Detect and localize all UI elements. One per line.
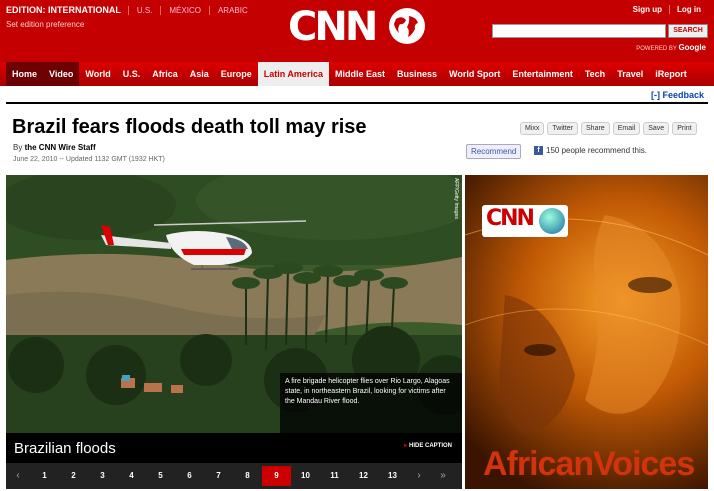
ad-globe-icon <box>539 208 565 234</box>
byline-prefix: By <box>13 143 23 152</box>
twitter-button[interactable]: Twitter <box>547 122 579 135</box>
signup-link[interactable]: Sign up <box>626 5 669 14</box>
account-links: Sign up Log in <box>626 5 708 14</box>
edition-link-arabic[interactable]: ARABIC <box>208 5 256 15</box>
edition-label: EDITION: INTERNATIONAL <box>6 5 121 15</box>
gallery-page-5[interactable]: 5 <box>146 466 175 486</box>
nav-entertainment[interactable]: Entertainment <box>506 62 579 86</box>
gallery-page-1[interactable]: 1 <box>30 466 59 486</box>
google-brand: Google <box>678 43 706 52</box>
last-page-arrow-icon[interactable]: » <box>431 466 455 486</box>
main-nav: Home Video World U.S. Africa Asia Europe… <box>0 62 714 86</box>
share-button[interactable]: Share <box>581 122 610 135</box>
nav-africa[interactable]: Africa <box>146 62 184 86</box>
edition-bar: EDITION: INTERNATIONAL U.S. MÉXICO ARABI… <box>6 5 256 15</box>
save-button[interactable]: Save <box>643 122 670 135</box>
feedback-row: [-] Feedback <box>6 88 708 104</box>
gallery-page-12[interactable]: 12 <box>349 466 378 486</box>
search-button[interactable]: SEARCH <box>668 24 708 38</box>
edition-link-mexico[interactable]: MÉXICO <box>160 5 209 15</box>
print-button[interactable]: Print <box>672 122 697 135</box>
ad-title: AfricanVoices <box>483 445 695 483</box>
gallery-page-11[interactable]: 11 <box>320 466 349 486</box>
nav-world-sport[interactable]: World Sport <box>443 62 506 86</box>
gallery-title-bar: Brazilian floods ▸ HIDE CAPTION <box>6 433 462 463</box>
photo-caption: A fire brigade helicopter flies over Rio… <box>280 373 462 433</box>
gallery-page-10[interactable]: 10 <box>291 466 320 486</box>
hide-caption-button[interactable]: ▸ HIDE CAPTION <box>404 442 452 449</box>
gallery-pager: ‹ 1 2 3 4 5 6 7 8 9 10 11 12 13 › » <box>6 463 462 489</box>
facebook-icon: f <box>534 146 543 155</box>
gallery-title: Brazilian floods <box>14 440 116 457</box>
edition-link-us[interactable]: U.S. <box>127 5 161 15</box>
article-date: June 22, 2010 -- Updated 1132 GMT (1932 … <box>13 156 165 163</box>
gallery-page-2[interactable]: 2 <box>59 466 88 486</box>
login-link[interactable]: Log in <box>669 5 708 14</box>
hide-caption-label: HIDE CAPTION <box>408 443 452 449</box>
gallery-page-6[interactable]: 6 <box>175 466 204 486</box>
gallery-page-4[interactable]: 4 <box>117 466 146 486</box>
feedback-link[interactable]: [-] Feedback <box>651 90 704 100</box>
set-edition-preference-link[interactable]: Set edition preference <box>6 20 84 29</box>
site-header: EDITION: INTERNATIONAL U.S. MÉXICO ARABI… <box>0 0 714 62</box>
hide-caption-icon: ▸ <box>404 443 408 449</box>
nav-travel[interactable]: Travel <box>611 62 649 86</box>
ad-logo-text: CNN <box>486 206 535 231</box>
gallery-page-3[interactable]: 3 <box>88 466 117 486</box>
nav-asia[interactable]: Asia <box>184 62 215 86</box>
share-toolbar: Mixx Twitter Share Email Save Print <box>520 122 697 135</box>
byline: By the CNN Wire Staff <box>13 143 96 152</box>
nav-ireport[interactable]: iReport <box>649 62 693 86</box>
nav-tech[interactable]: Tech <box>579 62 611 86</box>
cnn-logo[interactable]: CNN <box>288 5 428 53</box>
gallery-page-8[interactable]: 8 <box>233 466 262 486</box>
gallery-page-13[interactable]: 13 <box>378 466 407 486</box>
nav-europe[interactable]: Europe <box>215 62 258 86</box>
facebook-recommend-button[interactable]: Recommend <box>466 144 522 159</box>
powered-by: POWERED BY Google <box>636 43 706 52</box>
powered-by-label: POWERED BY <box>636 46 677 52</box>
recommend-count-text: 150 people recommend this. <box>546 146 647 155</box>
nav-us[interactable]: U.S. <box>117 62 147 86</box>
search-input[interactable] <box>492 24 666 38</box>
mixx-button[interactable]: Mixx <box>520 122 545 135</box>
nav-home[interactable]: Home <box>6 62 44 86</box>
globe-icon <box>389 8 425 44</box>
nav-latin-america[interactable]: Latin America <box>257 62 329 86</box>
byline-author[interactable]: the CNN Wire Staff <box>25 143 96 152</box>
nav-video[interactable]: Video <box>43 62 80 86</box>
nav-world[interactable]: World <box>79 62 116 86</box>
gallery-page-7[interactable]: 7 <box>204 466 233 486</box>
previous-arrow-icon[interactable]: ‹ <box>6 466 30 486</box>
ad-cnn-logo: CNN <box>482 205 568 237</box>
article-headline: Brazil fears floods death toll may rise <box>12 116 367 138</box>
nav-business[interactable]: Business <box>391 62 443 86</box>
facebook-recommend-count: f 150 people recommend this. <box>534 146 647 155</box>
african-voices-ad[interactable]: CNN AfricanVoices <box>465 175 708 489</box>
email-button[interactable]: Email <box>612 122 641 135</box>
next-arrow-icon[interactable]: › <box>407 466 431 486</box>
photo-credit: AFP/Getty Images <box>453 178 459 219</box>
gallery-page-9[interactable]: 9 <box>262 466 291 486</box>
logo-text: CNN <box>288 4 378 50</box>
nav-middle-east[interactable]: Middle East <box>329 62 391 86</box>
